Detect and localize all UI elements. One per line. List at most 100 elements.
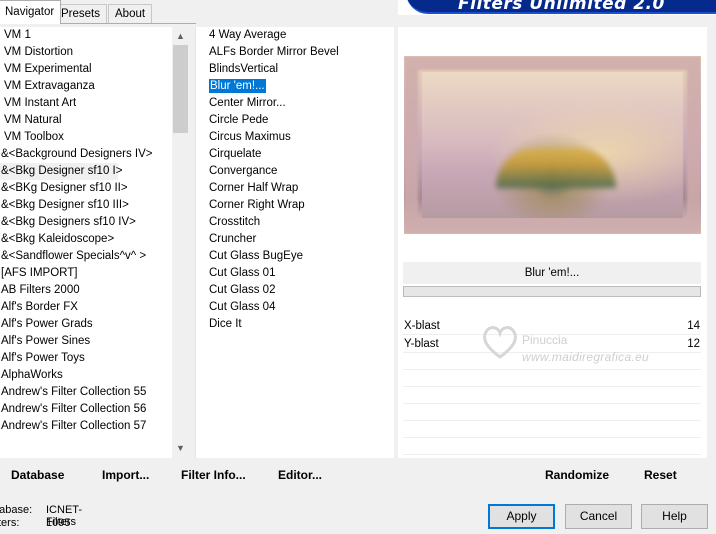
reset-button[interactable]: Reset [644,466,677,484]
database-label: Database [11,468,65,482]
import-label: Import... [102,468,150,482]
filter-info-label: Filter Info... [181,468,246,482]
category-item[interactable]: Andrew's Filter Collection 57 [0,418,172,435]
help-label: Help [662,509,687,523]
filter-item[interactable]: Convergance [196,163,394,180]
tab-navigator[interactable]: Navigator [0,0,62,24]
randomize-button[interactable]: Randomize [545,466,609,484]
category-item[interactable]: &<Background Designers IV> [0,146,172,163]
tab-presets[interactable]: Presets [54,4,107,24]
category-item[interactable]: [AFS IMPORT] [0,265,172,282]
filter-item[interactable]: Cut Glass 02 [196,282,394,299]
filter-item-label: Cruncher [209,233,257,245]
category-item[interactable]: AB Filters 2000 [0,282,172,299]
tab-about[interactable]: About [108,4,153,24]
category-item[interactable]: Andrew's Filter Collection 55 [0,384,172,401]
preview-frame [404,56,701,234]
category-item[interactable]: VM Experimental [0,61,172,78]
filter-item-label: Dice It [209,318,242,330]
filter-item[interactable]: Cruncher [196,231,394,248]
filter-item[interactable]: Blur 'em!... [196,78,394,95]
apply-label: Apply [506,509,537,523]
watermark: Pinuccia www.maidiregrafica.eu [470,317,700,387]
category-item[interactable]: Alf's Border FX [0,299,172,316]
watermark-url: www.maidiregrafica.eu [522,350,650,364]
filter-item[interactable]: BlindsVertical [196,61,394,78]
import-button[interactable]: Import... [102,466,149,484]
filter-item[interactable]: Circus Maximus [196,129,394,146]
help-button[interactable]: Help [641,504,708,529]
scroll-down-icon[interactable]: ▼ [172,440,189,457]
category-item[interactable]: VM Extravaganza [0,78,172,95]
filter-item-label: Crosstitch [209,216,261,228]
filters-info-value: 1095 [46,517,71,529]
empty-parameter-row [403,438,701,455]
brand-banner: Filters Unlimited 2.0 [398,0,716,15]
filter-item[interactable]: Circle Pede [196,112,394,129]
category-list[interactable]: VM 1 VM Distortion VM Experimental VM Extra… [0,27,172,458]
category-item[interactable]: AlphaWorks [0,367,172,384]
parameter-name: Y-blast [404,338,439,350]
category-item[interactable]: VM 1 [0,27,172,44]
scroll-up-icon[interactable]: ▲ [172,28,189,45]
filter-item-label: Cut Glass 02 [209,284,276,296]
watermark-name: Pinuccia [522,333,568,347]
empty-parameter-row [403,421,701,438]
filter-item[interactable]: Crosstitch [196,214,394,231]
category-item[interactable]: &<Bkg Designer sf10 I> [0,163,122,180]
category-item[interactable]: Andrew's Filter Collection 56 [0,401,172,418]
category-item[interactable]: VM Distortion [0,44,172,61]
banner-title: Filters Unlimited 2.0 [458,0,665,14]
filter-item[interactable]: Corner Half Wrap [196,180,394,197]
category-item[interactable]: Alf's Power Toys [0,350,172,367]
filter-item-label: Cut Glass BugEye [209,250,303,262]
filter-item-label: Cirquelate [209,148,262,160]
category-item[interactable]: &<Bkg Designers sf10 IV> [0,214,172,231]
category-scrollbar[interactable]: ▲ ▼ [172,27,189,458]
category-item[interactable]: VM Toolbox [0,129,172,146]
filter-item-label: Corner Right Wrap [209,199,305,211]
filter-item[interactable]: Dice It [196,316,394,333]
filter-item[interactable]: Cirquelate [196,146,394,163]
category-item[interactable]: &<BKg Designer sf10 II> [0,180,172,197]
filter-item-label: Cut Glass 04 [209,301,276,313]
cancel-button[interactable]: Cancel [565,504,632,529]
preview-image [404,56,701,234]
scroll-thumb[interactable] [173,45,188,133]
category-item[interactable]: VM Natural [0,112,172,129]
filter-item[interactable]: Center Mirror... [196,95,394,112]
apply-button[interactable]: Apply [488,504,555,529]
filter-item-label: Corner Half Wrap [209,182,299,194]
tab-label: About [115,8,146,20]
filter-item[interactable]: Corner Right Wrap [196,197,394,214]
filter-item[interactable]: 4 Way Average [196,27,394,44]
filter-item[interactable]: Cut Glass 04 [196,299,394,316]
tab-label: Navigator [5,6,55,18]
filter-list[interactable]: 4 Way Average ALFs Border Mirror Bevel Bli… [195,27,394,458]
database-button[interactable]: Database [11,466,64,484]
editor-label: Editor... [278,468,323,482]
randomize-label: Randomize [545,468,610,482]
category-item[interactable]: &<Sandflower Specials^v^ > [0,248,172,265]
filter-item-label: Center Mirror... [209,97,286,109]
category-item[interactable]: Alf's Power Sines [0,333,172,350]
filter-item-label: Convergance [209,165,278,177]
category-item[interactable]: &<Bkg Kaleidoscope> [0,231,172,248]
category-item[interactable]: VM Instant Art [0,95,172,112]
filter-name-bar: Blur 'em!... [403,262,701,284]
editor-button[interactable]: Editor... [278,466,322,484]
filter-item-label: Circus Maximus [209,131,291,143]
filter-item[interactable]: Cut Glass 01 [196,265,394,282]
empty-parameter-row [403,404,701,421]
filter-item[interactable]: Cut Glass BugEye [196,248,394,265]
tab-label: Presets [61,8,100,20]
progress-bar [403,286,701,297]
parameter-name: X-blast [404,320,440,332]
filter-info-button[interactable]: Filter Info... [181,466,246,484]
heart-logo-icon [483,326,517,359]
database-info-label: atabase: [0,504,33,516]
category-item[interactable]: &<Bkg Designer sf10 III> [0,197,172,214]
category-item[interactable]: Alf's Power Grads [0,316,172,333]
filter-item[interactable]: ALFs Border Mirror Bevel [196,44,394,61]
preview-panel: Blur 'em!... X-blast 14 Y-blast 12 Pinuccia… [398,27,707,458]
